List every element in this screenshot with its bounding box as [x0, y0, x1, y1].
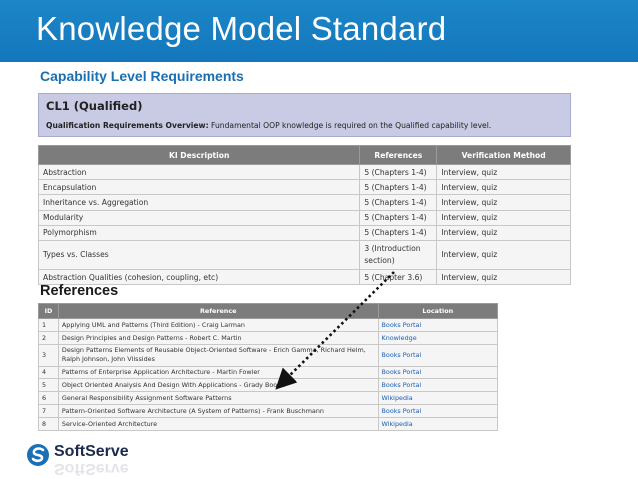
- ref-title: Object Oriented Analysis And Design With…: [57, 378, 379, 393]
- capability-heading: Capability Level Requirements: [40, 68, 244, 84]
- ref-id: 5: [38, 378, 59, 393]
- capability-level-box: CL1 (Qualified) Qualification Requiremen…: [38, 93, 571, 137]
- ref-id: 8: [38, 416, 59, 431]
- table-row: Modularity 5 (Chapters 1-4) Interview, q…: [37, 209, 571, 226]
- ki-references: 5 (Chapters 1-4): [359, 209, 438, 226]
- ki-description: Modularity: [37, 209, 361, 226]
- ref-title: Design Principles and Design Patterns - …: [57, 330, 379, 345]
- ki-method: Interview, quiz: [436, 268, 571, 286]
- ref-location-link[interactable]: Books Portal: [377, 365, 499, 380]
- ref-location-link[interactable]: Knowledge: [377, 330, 499, 345]
- overview-text: Fundamental OOP knowledge is required on…: [208, 121, 492, 130]
- ki-header-method: Verification Method: [436, 145, 571, 165]
- ki-description: Inheritance vs. Aggregation: [37, 194, 361, 211]
- references-heading: References: [40, 283, 119, 299]
- table-row: 6 General Responsibility Assignment Soft…: [38, 391, 499, 405]
- table-row: 8 Service-Oriented Architecture Wikipedi…: [38, 416, 499, 431]
- table-row: 1 Applying UML and Patterns (Third Editi…: [38, 318, 499, 332]
- ki-references: 5 (Chapters 1-4): [359, 224, 438, 241]
- ref-location-link[interactable]: Books Portal: [377, 318, 499, 332]
- table-row: 7 Pattern-Oriented Software Architecture…: [38, 403, 499, 418]
- ki-references: 5 (Chapters 1-4): [359, 163, 438, 181]
- ref-header-location: Location: [377, 303, 499, 319]
- ref-id: 1: [38, 318, 59, 332]
- references-table: ID Reference Location 1 Applying UML and…: [38, 303, 499, 431]
- ki-description: Abstraction: [37, 163, 361, 181]
- ref-title: Pattern-Oriented Software Architecture (…: [57, 403, 379, 418]
- table-row: 3 Design Patterns Elements of Reusable O…: [38, 343, 499, 367]
- ref-location-link[interactable]: Wikipedia: [377, 391, 499, 405]
- ki-references: 3 (Introduction section): [359, 239, 438, 270]
- ki-references: 5 (Chapter 3.6): [359, 268, 438, 286]
- slide-title: Knowledge Model Standard: [36, 10, 447, 47]
- table-row: 2 Design Principles and Design Patterns …: [38, 330, 499, 345]
- ref-title: Applying UML and Patterns (Third Edition…: [57, 318, 379, 332]
- ref-id: 3: [38, 343, 59, 367]
- ki-method: Interview, quiz: [436, 209, 571, 226]
- softserve-logo: SoftServe SoftServe: [26, 440, 146, 477]
- title-bar: Knowledge Model Standard: [0, 0, 638, 62]
- ki-header-references: References: [359, 145, 438, 165]
- ref-location-link[interactable]: Wikipedia: [377, 416, 499, 431]
- ref-header-id: ID: [38, 303, 59, 319]
- table-row: Inheritance vs. Aggregation 5 (Chapters …: [37, 194, 571, 211]
- table-row: Encapsulation 5 (Chapters 1-4) Interview…: [37, 179, 571, 196]
- ref-location-link[interactable]: Books Portal: [377, 343, 499, 367]
- ref-id: 6: [38, 391, 59, 405]
- ki-description: Encapsulation: [37, 179, 361, 196]
- table-row: Polymorphism 5 (Chapters 1-4) Interview,…: [37, 224, 571, 241]
- ref-table-header: ID Reference Location: [38, 303, 499, 319]
- ref-location-link[interactable]: Books Portal: [377, 378, 499, 393]
- ref-id: 7: [38, 403, 59, 418]
- ref-id: 4: [38, 365, 59, 380]
- ref-title: Service-Oriented Architecture: [57, 416, 379, 431]
- table-row: 5 Object Oriented Analysis And Design Wi…: [38, 378, 499, 393]
- overview-label: Qualification Requirements Overview:: [46, 121, 209, 130]
- table-row: Abstraction 5 (Chapters 1-4) Interview, …: [37, 163, 571, 181]
- ki-table-header: KI Description References Verification M…: [37, 145, 571, 165]
- table-row: 4 Patterns of Enterprise Application Arc…: [38, 365, 499, 380]
- ref-title: Patterns of Enterprise Application Archi…: [57, 365, 379, 380]
- ki-method: Interview, quiz: [436, 224, 571, 241]
- ref-title: Design Patterns Elements of Reusable Obj…: [57, 343, 379, 367]
- level-name: CL1 (Qualified): [46, 99, 143, 113]
- ref-header-reference: Reference: [57, 303, 379, 319]
- table-row: Abstraction Qualities (cohesion, couplin…: [37, 268, 571, 286]
- ref-location-link[interactable]: Books Portal: [377, 403, 499, 418]
- ki-method: Interview, quiz: [436, 163, 571, 181]
- ref-id: 2: [38, 330, 59, 345]
- ki-references: 5 (Chapters 1-4): [359, 194, 438, 211]
- level-overview: Qualification Requirements Overview: Fun…: [46, 121, 491, 130]
- logo-reflection: SoftServe: [54, 460, 129, 477]
- ki-references: 5 (Chapters 1-4): [359, 179, 438, 196]
- ki-method: Interview, quiz: [436, 239, 571, 270]
- softserve-logo-icon: [27, 444, 49, 466]
- ki-method: Interview, quiz: [436, 194, 571, 211]
- table-row: Types vs. Classes 3 (Introduction sectio…: [37, 239, 571, 270]
- ref-title: General Responsibility Assignment Softwa…: [57, 391, 379, 405]
- ki-description: Polymorphism: [37, 224, 361, 241]
- ki-method: Interview, quiz: [436, 179, 571, 196]
- ki-description: Types vs. Classes: [37, 239, 361, 270]
- ki-header-description: KI Description: [37, 145, 361, 165]
- ki-table: KI Description References Verification M…: [37, 145, 571, 286]
